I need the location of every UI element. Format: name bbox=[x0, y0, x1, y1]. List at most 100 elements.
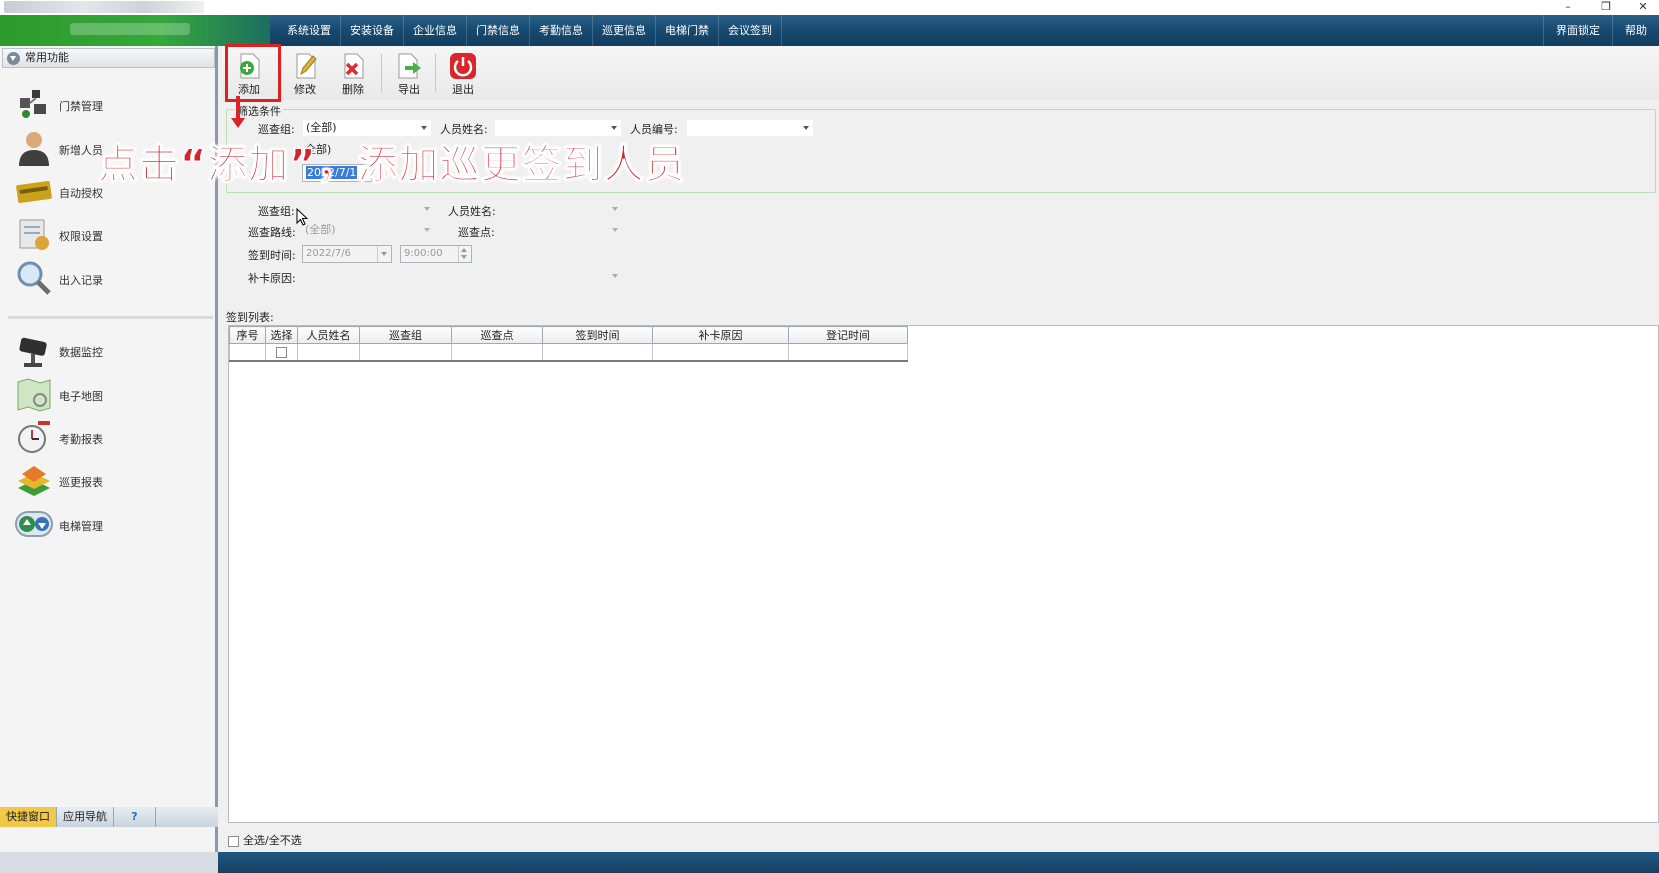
sidebar-item-label: 电梯管理 bbox=[59, 520, 103, 533]
col-signin-time[interactable]: 签到时间 bbox=[542, 326, 653, 344]
menu-meeting-signin[interactable]: 会议签到 bbox=[719, 15, 782, 46]
spinner-arrows-icon[interactable] bbox=[458, 246, 471, 262]
menu-lock-ui[interactable]: 界面锁定 bbox=[1543, 15, 1612, 46]
calendar-dropdown-icon[interactable] bbox=[377, 246, 391, 262]
form-reason-label: 补卡原因: bbox=[248, 272, 296, 285]
sidebar-divider bbox=[8, 316, 213, 319]
menu-company-info[interactable]: 企业信息 bbox=[404, 15, 467, 46]
menu-help[interactable]: 帮助 bbox=[1612, 15, 1659, 46]
form-date-picker[interactable]: 2022/7/6 bbox=[302, 245, 392, 263]
form-time-label: 签到时间: bbox=[248, 249, 296, 262]
delete-button[interactable]: 删除 bbox=[330, 50, 376, 98]
sidebar-item-label: 门禁管理 bbox=[59, 100, 103, 113]
sidebar-item-attendance-report[interactable]: 考勤报表 bbox=[14, 417, 204, 457]
add-highlight-box bbox=[225, 44, 281, 102]
cell-patrol-group bbox=[359, 343, 452, 362]
filter-id-select[interactable] bbox=[686, 119, 814, 137]
sidebar-item-label: 出入记录 bbox=[59, 274, 103, 287]
sidebar-item-door-control[interactable]: 门禁管理 bbox=[14, 84, 204, 124]
form-route-label: 巡查路线: bbox=[248, 226, 296, 239]
select-all-label: 全选/全不选 bbox=[243, 834, 302, 847]
tab-app-navigation[interactable]: 应用导航 bbox=[57, 807, 114, 827]
menu-bar: 系统设置 安装设备 企业信息 门禁信息 考勤信息 巡更信息 电梯门禁 会议签到 … bbox=[0, 15, 1659, 46]
sidebar-header-label: 常用功能 bbox=[25, 51, 69, 64]
restore-button[interactable]: ❐ bbox=[1587, 0, 1625, 15]
delete-icon bbox=[344, 53, 364, 79]
form-point-select[interactable] bbox=[502, 222, 622, 240]
sidebar-item-label: 权限设置 bbox=[59, 230, 103, 243]
title-bar: – ❐ ✕ bbox=[0, 0, 1659, 15]
collapse-icon bbox=[7, 52, 20, 65]
table-header-row: 序号 选择 人员姓名 巡查组 巡查点 签到时间 补卡原因 登记时间 bbox=[229, 326, 908, 344]
col-register-time[interactable]: 登记时间 bbox=[788, 326, 908, 344]
form-time-value: 9:00:00 bbox=[404, 248, 443, 259]
toolbar-divider bbox=[381, 54, 382, 92]
form-point-label: 巡查点: bbox=[458, 226, 495, 239]
elevator-icon bbox=[15, 511, 53, 537]
export-button[interactable]: 导出 bbox=[386, 50, 432, 98]
form-group-select[interactable] bbox=[302, 201, 434, 219]
col-select[interactable]: 选择 bbox=[265, 326, 298, 344]
sidebar-item-data-monitor[interactable]: 数据监控 bbox=[14, 330, 204, 370]
menu-install-device[interactable]: 安装设备 bbox=[341, 15, 404, 46]
col-index[interactable]: 序号 bbox=[229, 326, 266, 344]
sidebar-item-access-records[interactable]: 出入记录 bbox=[14, 258, 204, 298]
edit-icon bbox=[296, 53, 317, 79]
menu-right: 界面锁定 帮助 bbox=[1543, 15, 1659, 46]
edit-button[interactable]: 修改 bbox=[282, 50, 328, 98]
form-reason-select[interactable] bbox=[302, 268, 622, 286]
chevron-down-icon bbox=[612, 274, 618, 278]
menu-access-info[interactable]: 门禁信息 bbox=[467, 15, 530, 46]
form-route-select[interactable]: (全部) bbox=[302, 222, 434, 240]
cell-makeup-reason bbox=[652, 343, 789, 362]
cell-person-name bbox=[297, 343, 360, 362]
menu-attendance-info[interactable]: 考勤信息 bbox=[530, 15, 593, 46]
cell-index bbox=[229, 343, 266, 362]
minimize-button[interactable]: – bbox=[1549, 0, 1587, 15]
edit-label: 修改 bbox=[294, 83, 316, 96]
exit-label: 退出 bbox=[452, 83, 474, 96]
export-label: 导出 bbox=[398, 83, 420, 96]
form-time-spinner[interactable]: 9:00:00 bbox=[400, 245, 472, 263]
sidebar-header[interactable]: 常用功能 bbox=[2, 48, 215, 68]
col-person-name[interactable]: 人员姓名 bbox=[297, 326, 360, 344]
sidebar-item-elevator[interactable]: 电梯管理 bbox=[14, 504, 204, 544]
menu-patrol-info[interactable]: 巡更信息 bbox=[593, 15, 656, 46]
select-all-control[interactable]: 全选/全不选 bbox=[228, 832, 302, 848]
select-all-checkbox[interactable] bbox=[228, 835, 239, 847]
sidebar-item-label: 数据监控 bbox=[59, 346, 103, 359]
annotation-arrow-icon bbox=[231, 96, 245, 128]
row-checkbox[interactable] bbox=[276, 346, 287, 358]
main-menu: 系统设置 安装设备 企业信息 门禁信息 考勤信息 巡更信息 电梯门禁 会议签到 bbox=[278, 15, 782, 46]
add-button[interactable]: 添加 bbox=[225, 44, 281, 102]
exit-button[interactable]: 退出 bbox=[440, 50, 486, 98]
form-name-select[interactable] bbox=[502, 201, 622, 219]
chevron-down-icon bbox=[424, 228, 430, 232]
tab-quick-window[interactable]: 快捷窗口 bbox=[0, 807, 57, 827]
list-title: 签到列表: bbox=[226, 311, 274, 324]
status-bar bbox=[218, 852, 1659, 873]
help-icon[interactable]: ? bbox=[114, 807, 156, 827]
col-patrol-point[interactable]: 巡查点 bbox=[451, 326, 543, 344]
sidebar-item-permission[interactable]: 权限设置 bbox=[14, 214, 204, 254]
menu-elevator-access[interactable]: 电梯门禁 bbox=[656, 15, 719, 46]
chevron-down-icon bbox=[803, 126, 809, 130]
form-route-value: (全部) bbox=[305, 223, 336, 236]
cell-patrol-point bbox=[451, 343, 543, 362]
toolbar-divider bbox=[435, 54, 436, 92]
tutorial-annotation: 点击“添加”，添加巡更签到人员 bbox=[98, 142, 686, 189]
sidebar-item-label: 电子地图 bbox=[59, 390, 103, 403]
sidebar-item-e-map[interactable]: 电子地图 bbox=[14, 374, 204, 414]
chevron-down-icon bbox=[611, 126, 617, 130]
col-patrol-group[interactable]: 巡查组 bbox=[359, 326, 452, 344]
delete-label: 删除 bbox=[342, 83, 364, 96]
sidebar-item-label: 巡更报表 bbox=[59, 476, 103, 489]
signin-table: 序号 选择 人员姓名 巡查组 巡查点 签到时间 补卡原因 登记时间 bbox=[229, 326, 908, 362]
table-row[interactable] bbox=[229, 343, 908, 362]
close-button[interactable]: ✕ bbox=[1624, 0, 1659, 15]
power-icon bbox=[450, 53, 476, 79]
sidebar-item-patrol-report[interactable]: 巡更报表 bbox=[14, 460, 204, 500]
form-date-value: 2022/7/6 bbox=[306, 248, 351, 259]
col-makeup-reason[interactable]: 补卡原因 bbox=[652, 326, 789, 344]
menu-system-settings[interactable]: 系统设置 bbox=[278, 15, 341, 46]
